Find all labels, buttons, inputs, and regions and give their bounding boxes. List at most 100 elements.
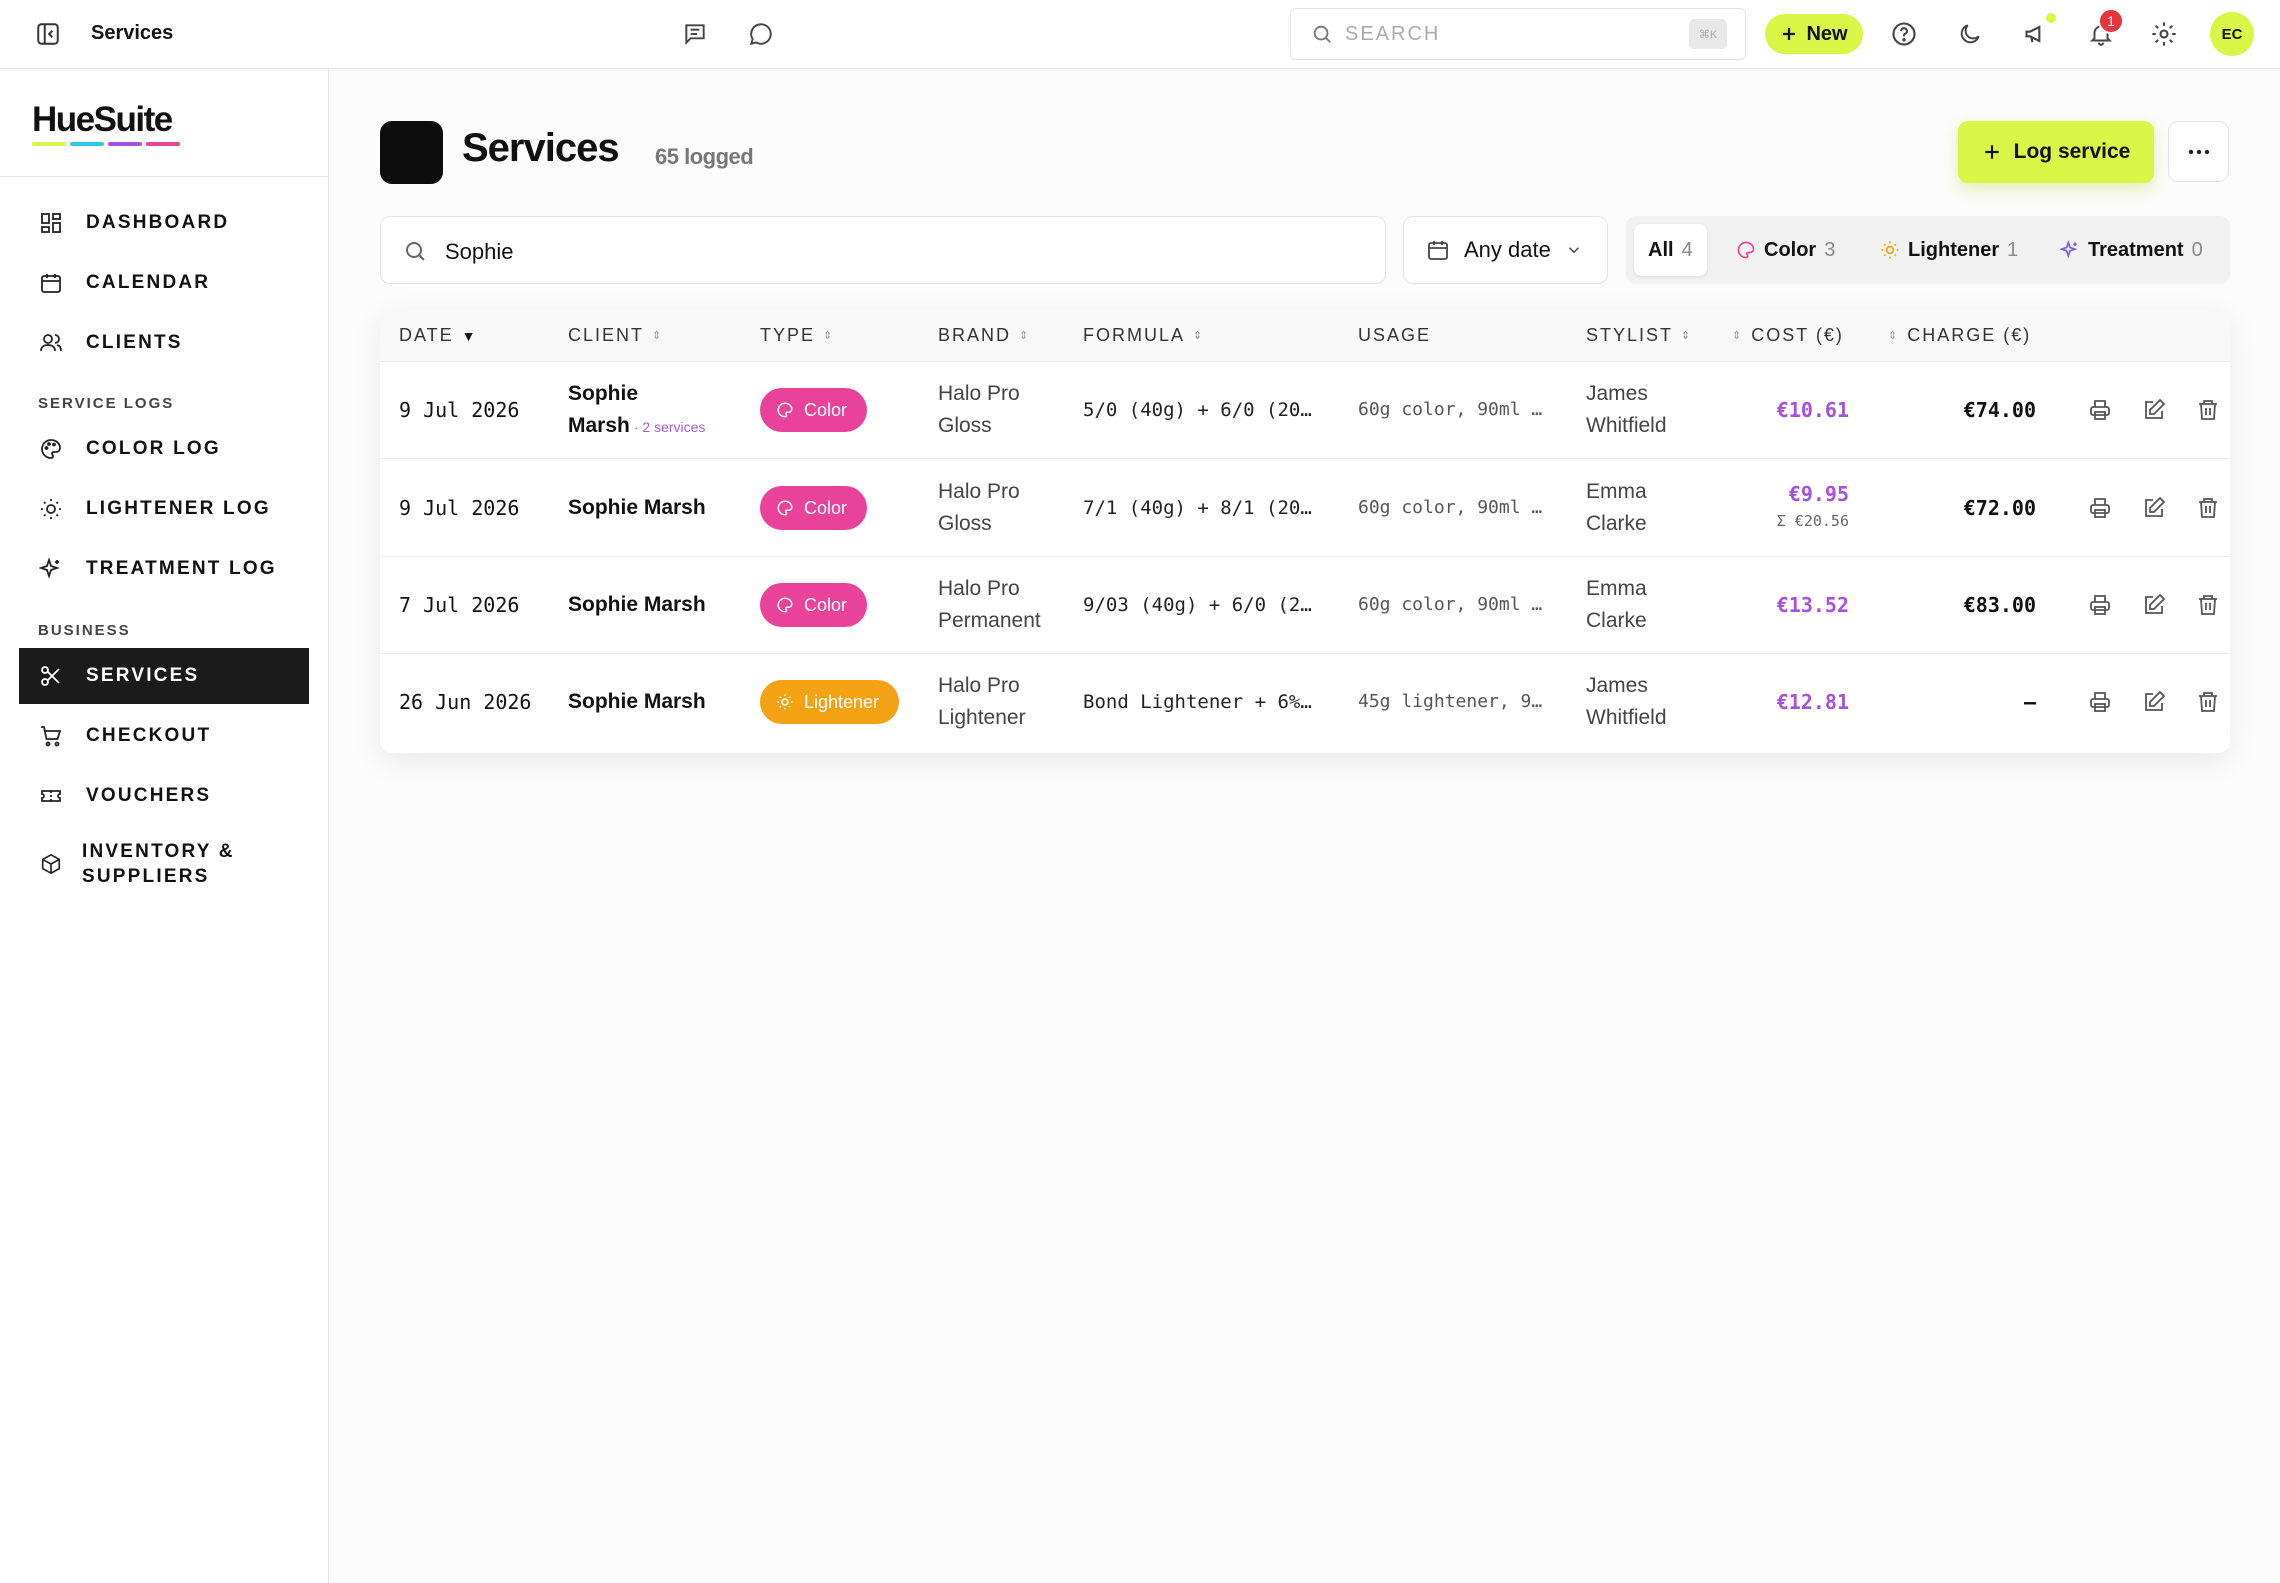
cell-formula: Bond Lightener + 6%… [1083, 691, 1312, 713]
sort-desc-icon: ▼ [461, 327, 478, 344]
sidebar-toggle-icon[interactable] [35, 21, 61, 47]
tab-label: All [1648, 238, 1674, 261]
cell-stylist: James Whitfield [1586, 670, 1667, 734]
column-header-charge[interactable]: ⇕ CHARGE (€) [1888, 325, 2031, 346]
table-row[interactable]: 9 Jul 2026 Sophie Marsh · 2 services Colo… [380, 362, 2230, 459]
cell-client[interactable]: Sophie Marsh [568, 686, 706, 718]
trash-icon[interactable] [2196, 690, 2220, 714]
stylist-line: Whitfield [1586, 414, 1667, 437]
sidebar-item-label: COLOR LOG [86, 438, 221, 459]
cell-charge: €83.00 [1963, 593, 2036, 617]
sidebar-item-clients[interactable]: CLIENTS [19, 315, 309, 371]
megaphone-icon[interactable] [2022, 19, 2052, 49]
avatar[interactable]: EC [2210, 12, 2254, 56]
column-header-brand[interactable]: BRAND ⇕ [938, 325, 1030, 346]
logo[interactable]: HueSuite [32, 100, 180, 146]
log-service-button[interactable]: Log service [1958, 121, 2154, 183]
brand-line: Halo Pro [938, 480, 1020, 503]
date-filter-label: Any date [1464, 237, 1551, 262]
cell-cost: €9.95 Σ €20.56 [1777, 478, 1849, 532]
edit-icon[interactable] [2142, 593, 2166, 617]
sidebar-item-checkout[interactable]: CHECKOUT [19, 708, 309, 764]
column-header-client[interactable]: CLIENT ⇕ [568, 325, 663, 346]
cell-usage: 60g color, 90ml … [1358, 497, 1543, 518]
moon-icon[interactable] [1955, 19, 1985, 49]
edit-icon[interactable] [2142, 690, 2166, 714]
search-icon [403, 239, 427, 268]
notes-icon[interactable] [680, 19, 710, 49]
trash-icon[interactable] [2196, 496, 2220, 520]
search-value: Sophie [445, 239, 514, 264]
sidebar-item-lightener-log[interactable]: LIGHTENER LOG [19, 481, 309, 537]
type-pill-color: Color [760, 486, 868, 530]
row-actions [2088, 690, 2220, 714]
column-label: CLIENT [568, 325, 645, 345]
sidebar-item-inventory[interactable]: INVENTORY & SUPPLIERS [19, 828, 309, 900]
column-header-formula[interactable]: FORMULA ⇕ [1083, 325, 1204, 346]
column-label: USAGE [1358, 325, 1432, 345]
table-row[interactable]: 9 Jul 2026 Sophie Marsh Color Halo Pro Gl… [380, 460, 2230, 557]
sidebar-item-color-log[interactable]: COLOR LOG [19, 421, 309, 477]
date-filter-dropdown[interactable]: Any date [1403, 216, 1608, 284]
cell-date: 26 Jun 2026 [399, 690, 532, 714]
sidebar-item-services[interactable]: SERVICES [19, 648, 309, 704]
global-search-input[interactable]: SEARCH ⌘K [1290, 8, 1746, 60]
logo-color-bars [32, 142, 180, 146]
row-actions [2088, 593, 2220, 617]
edit-icon[interactable] [2142, 398, 2166, 422]
help-icon[interactable] [1889, 19, 1919, 49]
cell-usage: 60g color, 90ml … [1358, 399, 1543, 420]
type-label: Lightener [804, 691, 880, 712]
cell-stylist: Emma Clarke [1586, 476, 1647, 540]
column-header-date[interactable]: DATE ▼ [399, 325, 478, 346]
sidebar-item-label: CALENDAR [86, 272, 211, 293]
sort-icon: ⇕ [1681, 330, 1693, 342]
type-pill-color: Color [760, 388, 868, 432]
brand-line: Lightener [938, 706, 1026, 729]
column-label: TYPE [760, 325, 816, 345]
sidebar-item-vouchers[interactable]: VOUCHERS [19, 768, 309, 824]
sun-icon [777, 694, 793, 710]
column-label: CHARGE (€) [1907, 325, 2032, 345]
breadcrumb: Services [91, 22, 174, 44]
more-options-button[interactable] [2168, 121, 2229, 182]
tab-count: 1 [2007, 238, 2019, 261]
tab-treatment[interactable]: Treatment 0 [2046, 224, 2217, 276]
column-header-stylist[interactable]: STYLIST ⇕ [1586, 325, 1692, 346]
column-header-type[interactable]: TYPE ⇕ [760, 325, 834, 346]
trash-icon[interactable] [2196, 398, 2220, 422]
cell-client[interactable]: Sophie Marsh [568, 492, 706, 524]
cell-date: 9 Jul 2026 [399, 398, 520, 422]
cell-client[interactable]: Sophie Marsh · 2 services [568, 378, 705, 443]
sidebar-item-treatment-log[interactable]: TREATMENT LOG [19, 541, 309, 597]
table-row[interactable]: 26 Jun 2026 Sophie Marsh Lightener Halo … [380, 654, 2230, 751]
sidebar-item-dashboard[interactable]: DASHBOARD [19, 195, 309, 251]
sidebar: HueSuite DASHBOARD CALENDAR CLIENTS SERV… [0, 70, 329, 1583]
stylist-line: Emma [1586, 480, 1647, 503]
tab-all[interactable]: All 4 [1634, 224, 1707, 276]
cell-client[interactable]: Sophie Marsh [568, 589, 706, 621]
chat-icon[interactable] [746, 19, 776, 49]
print-icon[interactable] [2088, 496, 2112, 520]
print-icon[interactable] [2088, 398, 2112, 422]
tab-lightener[interactable]: Lightener 1 [1866, 224, 2032, 276]
sort-icon: ⇕ [1732, 330, 1744, 342]
plus-icon [1783, 28, 1796, 40]
services-count: · 2 services [633, 419, 706, 435]
new-button[interactable]: New [1765, 14, 1863, 54]
trash-icon[interactable] [2196, 593, 2220, 617]
tab-color[interactable]: Color 3 [1722, 224, 1849, 276]
section-business: BUSINESS [38, 622, 131, 639]
service-search-input[interactable]: Sophie [380, 216, 1386, 284]
table-row[interactable]: 7 Jul 2026 Sophie Marsh Color Halo Pro Pe… [380, 557, 2230, 654]
sun-icon [38, 496, 64, 522]
column-header-cost[interactable]: ⇕ COST (€) [1732, 325, 1844, 346]
print-icon[interactable] [2088, 690, 2112, 714]
edit-icon[interactable] [2142, 496, 2166, 520]
sort-icon: ⇕ [1193, 330, 1205, 342]
table-header: DATE ▼ CLIENT ⇕ TYPE ⇕ BRAND ⇕ FORMULA ⇕ USAG… [380, 310, 2230, 362]
gear-icon[interactable] [2149, 19, 2179, 49]
tab-label: Lightener [1908, 238, 2000, 261]
print-icon[interactable] [2088, 593, 2112, 617]
sidebar-item-calendar[interactable]: CALENDAR [19, 255, 309, 311]
